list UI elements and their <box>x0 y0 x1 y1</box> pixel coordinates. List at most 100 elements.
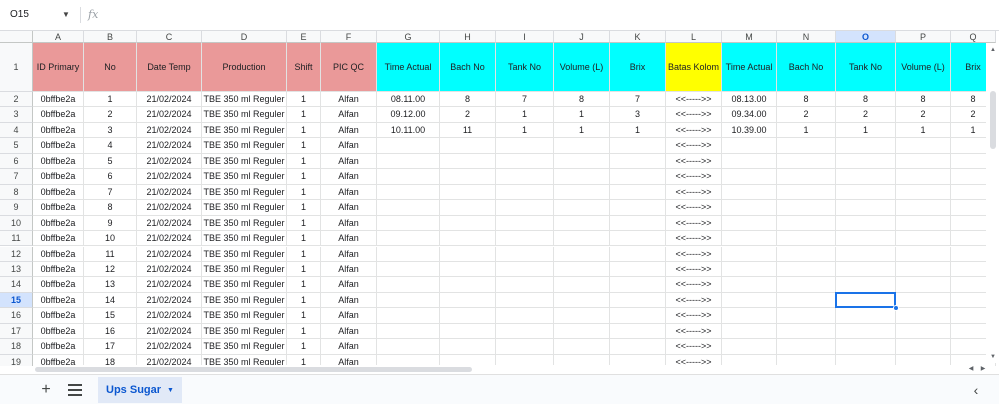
cell-d8[interactable]: TBE 350 ml Reguler <box>202 184 287 201</box>
cell-k6[interactable] <box>610 153 666 170</box>
cell-e12[interactable]: 1 <box>287 246 321 262</box>
cell-a3[interactable]: 0bffbe2a <box>33 107 84 123</box>
chevron-down-icon[interactable]: ▼ <box>62 6 74 24</box>
cell-m7[interactable] <box>722 169 777 185</box>
scroll-up-icon[interactable]: ▲ <box>988 45 998 55</box>
cell-l11[interactable]: <<----->> <box>666 231 722 247</box>
cell-b14[interactable]: 13 <box>84 277 137 293</box>
cell-c16[interactable]: 21/02/2024 <box>137 308 202 324</box>
cell-h16[interactable] <box>440 308 496 324</box>
cell-p3[interactable]: 2 <box>896 107 951 123</box>
row-header-19[interactable]: 19 <box>0 354 33 366</box>
cell-i15[interactable] <box>496 292 554 309</box>
cell-m14[interactable] <box>722 277 777 293</box>
cell-b7[interactable]: 6 <box>84 169 137 185</box>
cell-l18[interactable]: <<----->> <box>666 339 722 355</box>
cell-j11[interactable] <box>554 231 610 247</box>
cell-a11[interactable]: 0bffbe2a <box>33 231 84 247</box>
header-cell-m[interactable]: Time Actual <box>722 43 777 92</box>
cell-l8[interactable]: <<----->> <box>666 184 722 201</box>
cell-h17[interactable] <box>440 323 496 340</box>
column-header-q[interactable]: Q <box>951 31 996 43</box>
cell-n15[interactable] <box>777 292 836 309</box>
row-header-18[interactable]: 18 <box>0 339 33 355</box>
cell-l15[interactable]: <<----->> <box>666 292 722 309</box>
cell-g5[interactable] <box>377 138 440 154</box>
cell-l16[interactable]: <<----->> <box>666 308 722 324</box>
cell-c3[interactable]: 21/02/2024 <box>137 107 202 123</box>
cell-o2[interactable]: 8 <box>836 92 896 108</box>
cell-l4[interactable]: <<----->> <box>666 122 722 139</box>
column-header-l[interactable]: L <box>666 31 722 43</box>
cell-i3[interactable]: 1 <box>496 107 554 123</box>
cell-a18[interactable]: 0bffbe2a <box>33 339 84 355</box>
cell-m6[interactable] <box>722 153 777 170</box>
cell-a16[interactable]: 0bffbe2a <box>33 308 84 324</box>
cell-o16[interactable] <box>836 308 896 324</box>
cell-c12[interactable]: 21/02/2024 <box>137 246 202 262</box>
cell-j15[interactable] <box>554 292 610 309</box>
cell-h2[interactable]: 8 <box>440 92 496 108</box>
cell-c10[interactable]: 21/02/2024 <box>137 215 202 232</box>
column-header-c[interactable]: C <box>137 31 202 43</box>
cell-b3[interactable]: 2 <box>84 107 137 123</box>
cell-p6[interactable] <box>896 153 951 170</box>
column-header-m[interactable]: M <box>722 31 777 43</box>
cell-j6[interactable] <box>554 153 610 170</box>
cell-e15[interactable]: 1 <box>287 292 321 309</box>
column-header-h[interactable]: H <box>440 31 496 43</box>
cell-a7[interactable]: 0bffbe2a <box>33 169 84 185</box>
row-header-4[interactable]: 4 <box>0 122 33 139</box>
cell-g7[interactable] <box>377 169 440 185</box>
cell-p9[interactable] <box>896 200 951 216</box>
cell-f6[interactable]: Alfan <box>321 153 377 170</box>
cell-b15[interactable]: 14 <box>84 292 137 309</box>
cell-e18[interactable]: 1 <box>287 339 321 355</box>
cell-b13[interactable]: 12 <box>84 261 137 278</box>
cell-k15[interactable] <box>610 292 666 309</box>
cell-h13[interactable] <box>440 261 496 278</box>
cell-f9[interactable]: Alfan <box>321 200 377 216</box>
cell-j2[interactable]: 8 <box>554 92 610 108</box>
cell-k18[interactable] <box>610 339 666 355</box>
cell-d14[interactable]: TBE 350 ml Reguler <box>202 277 287 293</box>
cell-a4[interactable]: 0bffbe2a <box>33 122 84 139</box>
column-header-i[interactable]: I <box>496 31 554 43</box>
cell-d3[interactable]: TBE 350 ml Reguler <box>202 107 287 123</box>
cell-o3[interactable]: 2 <box>836 107 896 123</box>
cell-k17[interactable] <box>610 323 666 340</box>
cell-m2[interactable]: 08.13.00 <box>722 92 777 108</box>
cell-p15[interactable] <box>896 292 951 309</box>
sheet-tab-ups-sugar[interactable]: Ups Sugar ▼ <box>98 377 182 403</box>
cell-j12[interactable] <box>554 246 610 262</box>
cell-f11[interactable]: Alfan <box>321 231 377 247</box>
cell-d2[interactable]: TBE 350 ml Reguler <box>202 92 287 108</box>
cell-p16[interactable] <box>896 308 951 324</box>
plus-icon[interactable]: + <box>37 381 55 399</box>
cell-i8[interactable] <box>496 184 554 201</box>
cell-n2[interactable]: 8 <box>777 92 836 108</box>
cell-o9[interactable] <box>836 200 896 216</box>
cell-j14[interactable] <box>554 277 610 293</box>
cell-d15[interactable]: TBE 350 ml Reguler <box>202 292 287 309</box>
cell-g4[interactable]: 10.11.00 <box>377 122 440 139</box>
cell-n12[interactable] <box>777 246 836 262</box>
row-header-15[interactable]: 15 <box>0 292 33 309</box>
cell-p12[interactable] <box>896 246 951 262</box>
cell-i16[interactable] <box>496 308 554 324</box>
cell-o12[interactable] <box>836 246 896 262</box>
cell-e3[interactable]: 1 <box>287 107 321 123</box>
cell-h12[interactable] <box>440 246 496 262</box>
column-header-g[interactable]: G <box>377 31 440 43</box>
cell-n7[interactable] <box>777 169 836 185</box>
column-header-p[interactable]: P <box>896 31 951 43</box>
cell-m4[interactable]: 10.39.00 <box>722 122 777 139</box>
cell-j9[interactable] <box>554 200 610 216</box>
header-cell-g[interactable]: Time Actual <box>377 43 440 92</box>
cell-d9[interactable]: TBE 350 ml Reguler <box>202 200 287 216</box>
formula-input[interactable] <box>106 6 986 24</box>
cell-l7[interactable]: <<----->> <box>666 169 722 185</box>
cell-n5[interactable] <box>777 138 836 154</box>
cell-g3[interactable]: 09.12.00 <box>377 107 440 123</box>
cell-e7[interactable]: 1 <box>287 169 321 185</box>
